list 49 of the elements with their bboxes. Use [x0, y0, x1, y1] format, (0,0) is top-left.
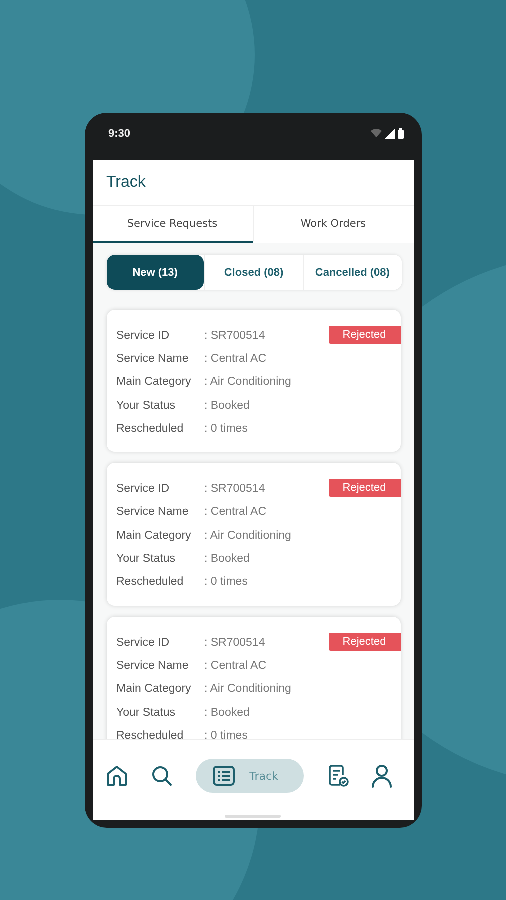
search-icon	[150, 764, 174, 788]
status-badge: Rejected	[328, 326, 400, 344]
field-label: Rescheduled	[116, 730, 185, 739]
field-label: Service Name	[116, 660, 190, 672]
person-icon	[371, 764, 394, 788]
field-label: Main Category	[116, 376, 192, 388]
field-label: Rescheduled	[116, 576, 185, 588]
field-value: : Central AC	[204, 660, 266, 672]
field-label: Your Status	[116, 706, 177, 718]
field-label: Service Name	[116, 506, 190, 518]
home-indicator	[225, 815, 281, 818]
request-card[interactable]: Service ID : SR700514 Rejected Service Name : Central AC Main Category : Air Conditioning Your Status : Booked Rescheduled : 0 times	[106, 463, 400, 606]
field-value: : SR700514	[204, 483, 266, 496]
filter-button[interactable]: New (13)	[106, 255, 204, 290]
list-icon	[212, 765, 236, 787]
request-card[interactable]: Service ID : SR700514 Rejected Service Name : Central AC Main Category : Air Conditioning Your Status : Booked Rescheduled : 0 times	[106, 616, 400, 739]
page-title: Track	[106, 174, 146, 192]
field-label: Service ID	[116, 330, 171, 342]
battery-icon	[398, 128, 404, 139]
field-value: : Air Conditioning	[204, 683, 292, 696]
field-label: Your Status	[116, 553, 177, 566]
status-badge: Rejected	[328, 632, 400, 651]
signal-icon	[384, 128, 394, 138]
status-badge: Rejected	[328, 479, 400, 498]
field-label: Rescheduled	[116, 422, 185, 435]
field-value: : 0 times	[204, 576, 248, 588]
field-value: : SR700514	[204, 330, 266, 342]
wifi-icon	[370, 129, 382, 138]
field-value: : Booked	[204, 706, 250, 718]
field-value: : Central AC	[204, 506, 266, 518]
field-label: Your Status	[116, 400, 177, 412]
field-value: : SR700514	[204, 636, 266, 649]
filter-button[interactable]: Cancelled (08)	[302, 255, 402, 290]
filter-button[interactable]: Closed (08)	[204, 255, 303, 290]
field-value: : Air Conditioning	[204, 530, 292, 542]
field-value: : Booked	[204, 553, 250, 566]
clock: 9:30	[108, 128, 131, 140]
field-value: : 0 times	[204, 730, 248, 739]
field-value: : 0 times	[204, 422, 248, 435]
field-label: Main Category	[116, 683, 192, 696]
field-label: Main Category	[116, 530, 192, 542]
field-label: Service Name	[116, 352, 190, 365]
field-value: : Central AC	[204, 352, 266, 365]
field-label: Service ID	[116, 483, 171, 496]
field-value: : Booked	[204, 400, 250, 412]
field-label: Service ID	[116, 636, 171, 649]
request-card[interactable]: Service ID : SR700514 Rejected Service Name : Central AC Main Category : Air Conditioning Your Status : Booked Rescheduled : 0 times	[106, 310, 400, 452]
home-icon	[104, 764, 128, 788]
field-value: : Air Conditioning	[204, 376, 292, 388]
